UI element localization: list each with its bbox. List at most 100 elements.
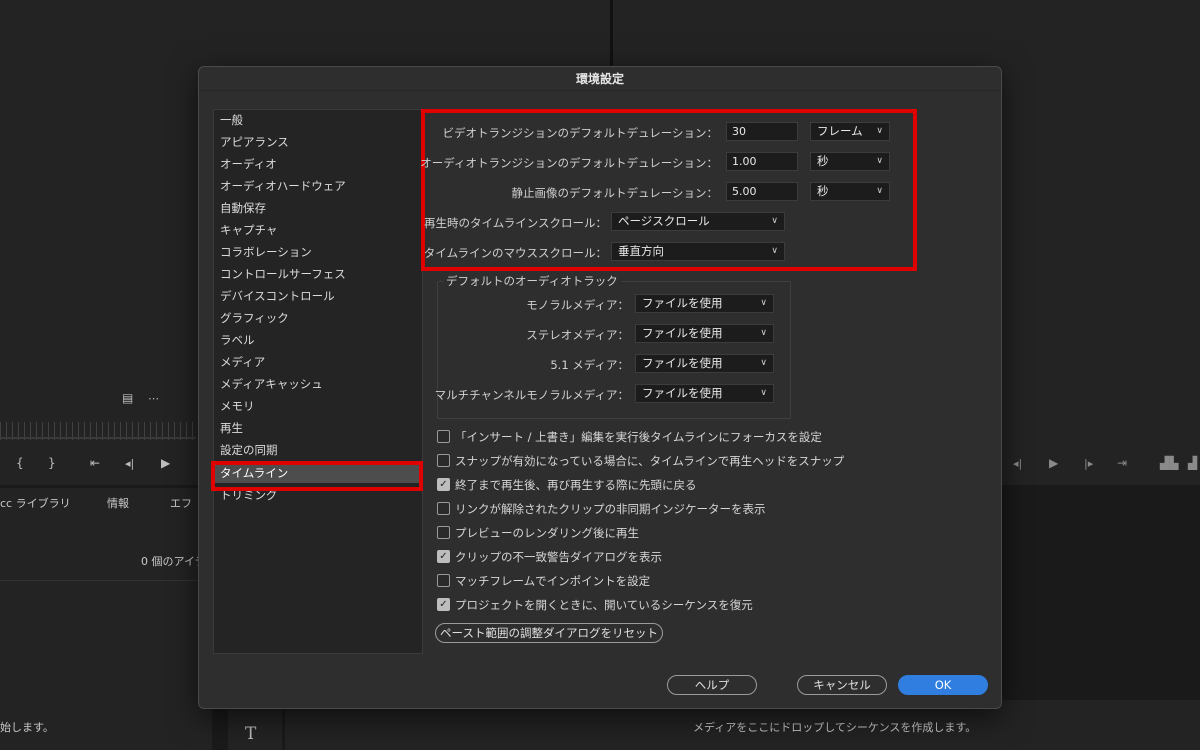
- audio-transition-input[interactable]: 1.00: [726, 152, 798, 171]
- mouse-scroll-label: タイムラインのマウススクロール：: [423, 246, 607, 260]
- project-tab-libraries[interactable]: cc ライブラリ: [0, 495, 71, 511]
- category-audio-hardware[interactable]: オーディオハードウェア: [220, 176, 346, 196]
- reset-paste-dialog-button[interactable]: ペースト範囲の調整ダイアログをリセット: [435, 623, 663, 643]
- checkbox-label: リンクが解除されたクリップの非同期インジケーターを表示: [455, 502, 766, 516]
- checkbox-label: プレビューのレンダリング後に再生: [455, 526, 639, 540]
- category-general[interactable]: 一般: [220, 110, 243, 130]
- playback-scroll-select[interactable]: ページスクロール ∨: [611, 212, 785, 231]
- ok-button[interactable]: OK: [898, 675, 988, 695]
- audio-transition-unit-select[interactable]: 秒 ∨: [810, 152, 890, 171]
- dialog-title: 環境設定: [199, 67, 1001, 91]
- audio-tracks-legend: デフォルトのオーディオトラック: [443, 273, 621, 289]
- checkbox-label: 終了まで再生後、再び再生する際に先頭に戻る: [455, 478, 697, 492]
- category-control-surface[interactable]: コントロールサーフェス: [220, 264, 346, 284]
- surround-media-label: 5.1 メディア：: [550, 358, 629, 372]
- checkbox-box[interactable]: ✓: [437, 550, 450, 563]
- stereo-media-label: ステレオメディア：: [526, 328, 629, 342]
- go-to-in-icon[interactable]: ⇤: [90, 456, 100, 470]
- step-back-icon[interactable]: ◂|: [125, 457, 134, 470]
- category-sync-settings[interactable]: 設定の同期: [220, 440, 278, 460]
- stereo-media-select[interactable]: ファイルを使用 ∨: [635, 324, 774, 343]
- checkbox-box[interactable]: ✓: [437, 454, 450, 467]
- checkbox-box[interactable]: ✓: [437, 598, 450, 611]
- project-tab-info[interactable]: 情報: [107, 495, 129, 511]
- still-image-input[interactable]: 5.00: [726, 182, 798, 201]
- program-play-icon[interactable]: ▶: [1049, 456, 1058, 470]
- help-button[interactable]: ヘルプ: [667, 675, 757, 695]
- checkbox-label: クリップの不一致警告ダイアログを表示: [455, 550, 662, 564]
- category-labels[interactable]: ラベル: [220, 330, 255, 350]
- surround-media-value: ファイルを使用: [642, 356, 723, 370]
- video-transition-label: ビデオトランジションのデフォルトデュレーション：: [442, 126, 718, 140]
- checkbox-label: マッチフレームでインポイントを設定: [455, 574, 651, 588]
- chevron-down-icon: ∨: [876, 156, 883, 166]
- audio-transition-unit-value: 秒: [817, 154, 829, 168]
- category-playback[interactable]: 再生: [220, 418, 243, 438]
- still-image-unit-value: 秒: [817, 184, 829, 198]
- mouse-scroll-select[interactable]: 垂直方向 ∨: [611, 242, 785, 261]
- checkbox-box[interactable]: ✓: [437, 430, 450, 443]
- audio-transition-label: オーディオトランジションのデフォルトデュレーション：: [420, 156, 718, 170]
- mouse-scroll-value: 垂直方向: [618, 244, 664, 258]
- mono-media-value: ファイルを使用: [642, 296, 723, 310]
- program-step-forward-icon[interactable]: |▸: [1084, 457, 1093, 470]
- chevron-down-icon: ∨: [760, 328, 767, 338]
- chevron-down-icon: ∨: [771, 216, 778, 226]
- category-media[interactable]: メディア: [220, 352, 265, 372]
- checkbox-box[interactable]: ✓: [437, 502, 450, 515]
- category-media-cache[interactable]: メディアキャッシュ: [220, 374, 323, 394]
- video-transition-input[interactable]: 30: [726, 122, 798, 141]
- chevron-down-icon: ∨: [760, 388, 767, 398]
- video-transition-unit-value: フレーム: [817, 124, 863, 138]
- category-capture[interactable]: キャプチャ: [220, 220, 277, 240]
- checkbox-box[interactable]: ✓: [437, 478, 450, 491]
- project-panel: [0, 488, 212, 750]
- chevron-down-icon: ∨: [760, 298, 767, 308]
- project-tab-effects[interactable]: エフ: [170, 495, 192, 511]
- play-icon[interactable]: ▶: [161, 456, 170, 470]
- mark-in-icon[interactable]: {: [16, 456, 24, 470]
- lift-icon[interactable]: ▟▙: [1160, 456, 1178, 470]
- project-hint: 始します。: [0, 721, 54, 734]
- checkbox-label: プロジェクトを開くときに、開いているシーケンスを復元: [455, 598, 753, 612]
- mono-media-label: モノラルメディア：: [526, 298, 629, 312]
- mark-out-icon[interactable]: }: [48, 456, 56, 470]
- checkbox-label: 「インサート / 上書き」編集を実行後タイムラインにフォーカスを設定: [455, 430, 822, 444]
- multichannel-media-select[interactable]: ファイルを使用 ∨: [635, 384, 774, 403]
- program-go-to-out-icon[interactable]: ⇥: [1117, 456, 1127, 470]
- category-device-control[interactable]: デバイスコントロール: [220, 286, 335, 306]
- program-step-back-icon[interactable]: ◂|: [1013, 457, 1022, 470]
- category-highlight-box: [211, 461, 423, 491]
- chevron-down-icon: ∨: [876, 186, 883, 196]
- extract-icon[interactable]: ▟: [1188, 456, 1197, 470]
- category-collaboration[interactable]: コラボレーション: [220, 242, 312, 262]
- film-icon[interactable]: ▤: [122, 391, 133, 405]
- checkbox-box[interactable]: ✓: [437, 526, 450, 539]
- multichannel-media-label: マルチチャンネルモノラルメディア：: [434, 388, 629, 402]
- audio-wave-icon[interactable]: ⋯: [148, 392, 159, 405]
- still-image-label: 静止画像のデフォルトデュレーション：: [511, 186, 718, 200]
- chevron-down-icon: ∨: [876, 126, 883, 136]
- category-memory[interactable]: メモリ: [220, 396, 255, 416]
- surround-media-select[interactable]: ファイルを使用 ∨: [635, 354, 774, 373]
- source-ruler-bar: [0, 437, 196, 439]
- stereo-media-value: ファイルを使用: [642, 326, 723, 340]
- cancel-button[interactable]: キャンセル: [797, 675, 887, 695]
- checkbox-box[interactable]: ✓: [437, 574, 450, 587]
- category-appearance[interactable]: アピアランス: [220, 132, 289, 152]
- category-audio[interactable]: オーディオ: [220, 154, 277, 174]
- checkbox-label: スナップが有効になっている場合に、タイムラインで再生ヘッドをスナップ: [455, 454, 845, 468]
- mono-media-select[interactable]: ファイルを使用 ∨: [635, 294, 774, 313]
- category-auto-save[interactable]: 自動保存: [220, 198, 266, 218]
- chevron-down-icon: ∨: [760, 358, 767, 368]
- type-tool-icon[interactable]: T: [245, 724, 256, 744]
- still-image-unit-select[interactable]: 秒 ∨: [810, 182, 890, 201]
- playback-scroll-value: ページスクロール: [618, 214, 710, 228]
- timeline-drop-hint: メディアをここにドロップしてシーケンスを作成します。: [693, 721, 977, 734]
- preferences-dialog: 環境設定 一般 アピアランス オーディオ オーディオハードウェア 自動保存 キャ…: [198, 66, 1002, 709]
- item-count: 0 個のアイテ: [141, 555, 206, 568]
- chevron-down-icon: ∨: [771, 246, 778, 256]
- category-graphics[interactable]: グラフィック: [220, 308, 289, 328]
- category-list[interactable]: 一般 アピアランス オーディオ オーディオハードウェア 自動保存 キャプチャ コ…: [213, 109, 423, 654]
- video-transition-unit-select[interactable]: フレーム ∨: [810, 122, 890, 141]
